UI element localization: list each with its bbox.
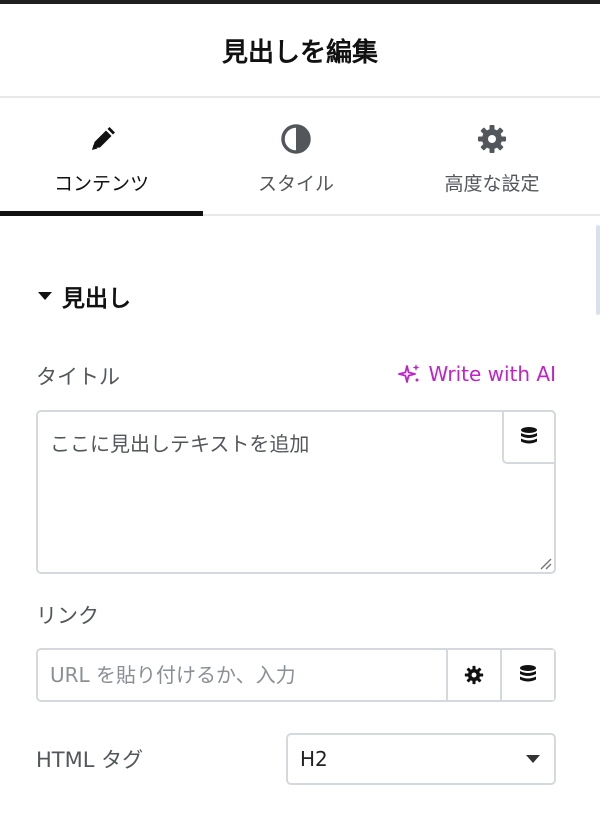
title-textarea-value[interactable]: ここに見出しテキストを追加	[50, 428, 309, 457]
gear-icon	[464, 665, 484, 685]
panel-header: 見出しを編集	[0, 4, 600, 98]
write-with-ai-label: Write with AI	[428, 362, 556, 386]
tab-advanced[interactable]: 高度な設定	[392, 98, 592, 214]
sparkle-icon	[398, 364, 420, 383]
contrast-icon	[281, 124, 311, 154]
tab-style[interactable]: スタイル	[196, 98, 396, 214]
tab-label: コンテンツ	[53, 173, 149, 195]
title-label: タイトル	[36, 365, 120, 389]
tab-label: スタイル	[257, 173, 334, 195]
gear-icon	[478, 125, 506, 153]
resize-handle-icon[interactable]	[538, 556, 552, 570]
editor-tabs: コンテンツ スタイル 高度な設定	[0, 98, 600, 216]
link-input-group	[36, 648, 556, 702]
link-options-button[interactable]	[446, 650, 500, 700]
panel-title: 見出しを編集	[221, 37, 378, 68]
write-with-ai-link[interactable]: Write with AI	[398, 362, 556, 386]
html-tag-select[interactable]: H2	[286, 733, 556, 785]
link-url-input[interactable]	[38, 650, 446, 700]
tab-label: 高度な設定	[444, 173, 540, 195]
database-icon	[521, 427, 537, 444]
scrollbar[interactable]	[596, 225, 600, 315]
html-tag-label: HTML タグ	[36, 748, 144, 772]
link-dynamic-tags-button[interactable]	[500, 650, 554, 700]
caret-down-icon	[38, 292, 52, 300]
database-icon	[520, 665, 536, 682]
section-title: 見出し	[62, 286, 131, 312]
tab-content[interactable]: コンテンツ	[0, 98, 203, 216]
pencil-icon	[91, 127, 115, 150]
link-label: リンク	[36, 604, 99, 628]
chevron-down-icon	[526, 755, 540, 763]
section-toggle-heading[interactable]: 見出し	[38, 280, 131, 312]
dynamic-tags-button[interactable]	[502, 410, 556, 464]
title-textarea[interactable]: ここに見出しテキストを追加	[36, 410, 556, 574]
html-tag-selected-value: H2	[300, 747, 328, 771]
